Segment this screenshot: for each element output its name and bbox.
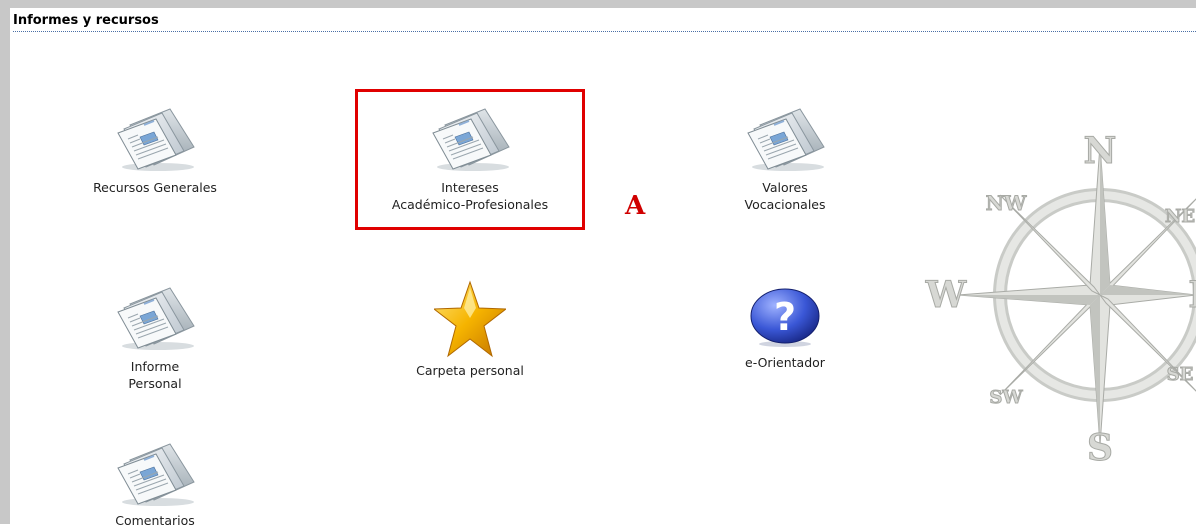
compass-s: S	[1087, 427, 1113, 469]
section-header: Informes y recursos	[13, 13, 1196, 32]
compass-rose-icon: N S W E NW NE SW SE	[924, 130, 1196, 470]
carpeta-personal-item[interactable]: Carpeta personal	[390, 280, 550, 379]
recursos-generales-item[interactable]: Recursos Generales	[75, 103, 235, 196]
document-folder-icon	[110, 103, 200, 173]
compass-ne: NE	[1165, 206, 1195, 227]
recursos-generales-label: Recursos Generales	[93, 180, 217, 195]
carpeta-personal-label: Carpeta personal	[416, 363, 524, 378]
highlight-box	[355, 89, 585, 230]
compass-w: W	[925, 274, 967, 316]
compass-n: N	[1084, 130, 1117, 172]
valores-vocacionales-item[interactable]: Valores Vocacionales	[705, 103, 865, 213]
compass-sw: SW	[989, 387, 1023, 408]
e-orientador-item[interactable]: ? e-Orientador	[705, 286, 865, 371]
frame-left-border	[0, 0, 10, 524]
informe-label-line1: Informe	[130, 359, 180, 374]
valores-label-line2: Vocacionales	[744, 197, 826, 212]
document-folder-icon	[110, 438, 200, 508]
svg-text:?: ?	[774, 295, 796, 339]
compass-e: E	[1188, 274, 1196, 316]
informe-personal-item[interactable]: Informe Personal	[75, 282, 235, 392]
star-icon	[434, 280, 506, 358]
document-folder-icon	[110, 282, 200, 352]
section-title: Informes y recursos	[13, 13, 159, 28]
document-folder-icon	[740, 103, 830, 173]
compass-nw: NW	[986, 191, 1027, 215]
comentarios-item[interactable]: Comentarios	[75, 438, 235, 529]
informe-label-line2: Personal	[128, 376, 182, 391]
comentarios-label: Comentarios	[115, 513, 195, 528]
valores-label-line1: Valores	[762, 180, 808, 195]
frame-top-border	[0, 0, 1196, 8]
help-icon: ?	[750, 288, 820, 347]
e-orientador-label: e-Orientador	[745, 355, 825, 370]
compass-se: SE	[1167, 364, 1194, 385]
annotation-marker-a: A	[625, 191, 646, 221]
